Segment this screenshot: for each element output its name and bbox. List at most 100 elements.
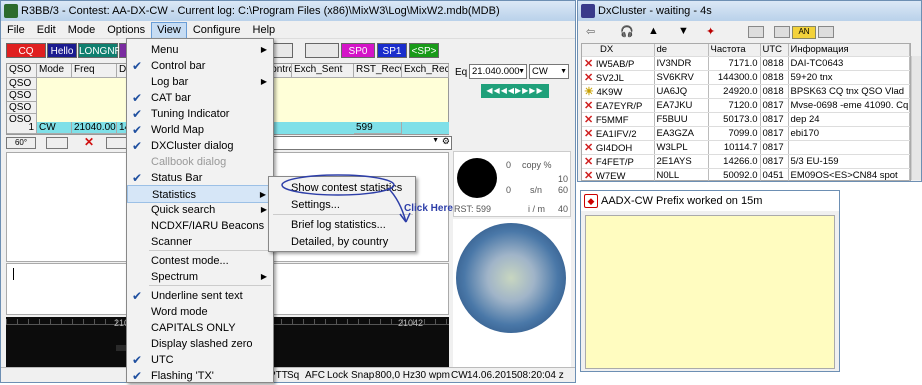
col-de[interactable]: de [654,44,709,57]
headphones-icon[interactable]: 🎧 [620,25,634,38]
tool-button-2[interactable] [46,137,68,149]
view-menu-item-label: CAT bar [151,92,191,104]
spot-row[interactable]: ✕ EA1IFV/2 EA3GZA 7099.0 0817 ebi170 [582,126,910,141]
col-freq[interactable]: Частота [708,44,761,57]
col-exch-sent[interactable]: Exch_Sent [292,64,354,78]
col-freq[interactable]: Freq [72,64,117,78]
spot-info: EM09OS<ES>CN84 spot [788,168,910,181]
spot-cell-text: 5/3 EU-159 [790,155,839,167]
col-mode[interactable]: Mode [37,64,72,78]
prefix-icon: ◆ [584,194,598,208]
col-dx[interactable]: DX [582,44,655,57]
status-wpm[interactable]: 30 wpm [415,368,450,382]
menu-file[interactable]: File [1,22,31,39]
chevron-down-icon: ▼ [432,137,439,144]
status-bandwidth[interactable]: 800,0 Hz [375,368,415,382]
worked-icon: ✕ [584,127,594,140]
status-sq[interactable]: Sq [287,368,299,382]
spot-de: IV3NDR [654,56,709,71]
spot-cell-text: 50092.0 [723,169,758,181]
spot-row[interactable]: ✕ F4FET/P 2E1AYS 14266.0 0817 5/3 EU-159 [582,154,910,169]
tool-button-1[interactable]: 60° [6,137,36,149]
spot-utc: 0818 [760,70,789,85]
spot-cell-text: EM09OS<ES>CN84 spot [790,169,898,181]
col-utc[interactable]: UTC [760,44,789,57]
menu-options[interactable]: Options [101,22,151,39]
scope-max: 10 [558,174,569,184]
view-menu-item[interactable]: Scanner [127,233,273,251]
col-rst-recv[interactable]: RST_Recv [354,64,402,78]
status-lock[interactable]: Lock [327,368,348,382]
entry-mode[interactable]: CW [37,122,72,134]
cq-button[interactable]: CQ [6,43,46,58]
spot-row[interactable]: ✕ EA7EYR/P EA7JKU 7120.0 0817 Mvse-0698 -eme… [582,98,910,113]
menu-help[interactable]: Help [247,22,282,39]
col-exch-recv[interactable]: Exch_Recv [402,64,449,78]
dxcluster-scrollbar[interactable] [911,56,921,180]
spot-dx: ✕ GI4DOH [582,140,655,155]
spot-dx: ✕ F4FET/P [582,154,655,169]
worked-icon: ✕ [584,155,594,168]
back-icon[interactable]: ⇦ [586,25,595,38]
world-map[interactable] [453,219,571,367]
spot-row[interactable]: ✕ IW5AB/P IV3NDR 7171.0 0818 DAI-TC0643 [582,56,910,71]
freq-select[interactable]: 21.040.000 ▼ [469,64,527,79]
status-afc[interactable]: AFC [305,368,325,382]
view-menu-item[interactable]: Spectrum ▶ [127,268,273,286]
spot-info: BPSK63 CQ tnx QSO Vlad [788,84,910,99]
sp-button[interactable]: <SP> [409,43,439,58]
callsign-combo[interactable]: ▼ ⚙ [269,136,452,150]
tool-button-4[interactable] [106,137,128,149]
spot-utc: 0818 [760,84,789,99]
longnr-button[interactable]: LONGNR [78,43,122,58]
spot-row[interactable]: ☀ 4K9W UA6JQ 24920.0 0818 BPSK63 CQ tnx QSO … [582,84,910,99]
status-mode[interactable]: CW [451,368,468,382]
col-info[interactable]: Информация [788,44,910,57]
spot-cell-text: 0818 [762,85,784,97]
entry-rst[interactable]: 599 [354,122,402,134]
spot-de: EA7JKU [654,98,709,113]
prefix-title-bar: ◆ AADX-CW Prefix worked on 15m [581,191,839,211]
print-icon[interactable] [818,26,834,38]
macro-button-empty-2[interactable] [305,43,339,58]
announce-button[interactable]: AN [792,26,816,39]
view-menu-item-label: NCDXF/IARU Beacons [151,220,265,232]
mode-select[interactable]: CW ▼ [529,64,569,79]
sp0-button[interactable]: SP0 [341,43,375,58]
status-snap[interactable]: Snap [351,368,374,382]
spot-icon[interactable]: ✦ [706,25,715,38]
menu-view[interactable]: View [151,22,187,39]
spot-utc: 0817 [760,126,789,141]
col-qso[interactable]: QSO [7,64,37,78]
spot-de: UA6JQ [654,84,709,99]
spot-row[interactable]: ✕ F5MMF F5BUU 50173.0 0817 dep 24 [582,112,910,127]
filter-icon[interactable] [748,26,764,38]
spot-cell-text: 24920.0 [723,85,758,97]
menu-configure[interactable]: Configure [187,22,247,39]
sp1-button[interactable]: SP1 [377,43,407,58]
spot-cell-text: F4FET/P [595,156,634,168]
settings-icon[interactable] [774,26,790,38]
spot-cell-text: SV2JL [595,72,624,84]
view-menu-item-label: Flashing 'TX' [151,370,214,382]
view-menu-item[interactable]: Flashing 'TX' ✔ [127,367,273,385]
sort-down-icon[interactable]: ▼ [678,25,689,37]
spot-cell-text: BPSK63 CQ tnx QSO Vlad [790,85,905,97]
spot-cell-text: EA7JKU [656,99,693,111]
spot-row[interactable]: ✕ SV2JL SV6KRV 144300.0 0818 59+20 tnx [582,70,910,85]
menu-mode[interactable]: Mode [62,22,102,39]
tuning-buttons[interactable]: ◀◀◀◀▶▶▶▶ [481,84,549,98]
view-menu-item-label: Underline sent text [151,290,243,302]
spot-dx: ✕ EA7EYR/P [582,98,655,113]
delete-icon[interactable]: ✕ [84,135,94,149]
menu-edit[interactable]: Edit [31,22,62,39]
entry-freq[interactable]: 21040.000 [72,122,117,134]
spot-row[interactable]: ✕ GI4DOH W3LPL 10114.7 0817 [582,140,910,155]
hello-button[interactable]: Hello [47,43,77,58]
view-menu-item-label: Scanner [151,236,192,248]
spot-cell-text: Mvse-0698 -eme 41090. Cq [790,99,909,111]
imx-value: 40 [558,204,569,214]
sort-up-icon[interactable]: ▲ [648,25,659,37]
spot-row[interactable]: ✕ W7EW N0LL 50092.0 0451 EM09OS<ES>CN84 spot [582,168,910,181]
new-spot-icon: ☀ [584,85,594,98]
